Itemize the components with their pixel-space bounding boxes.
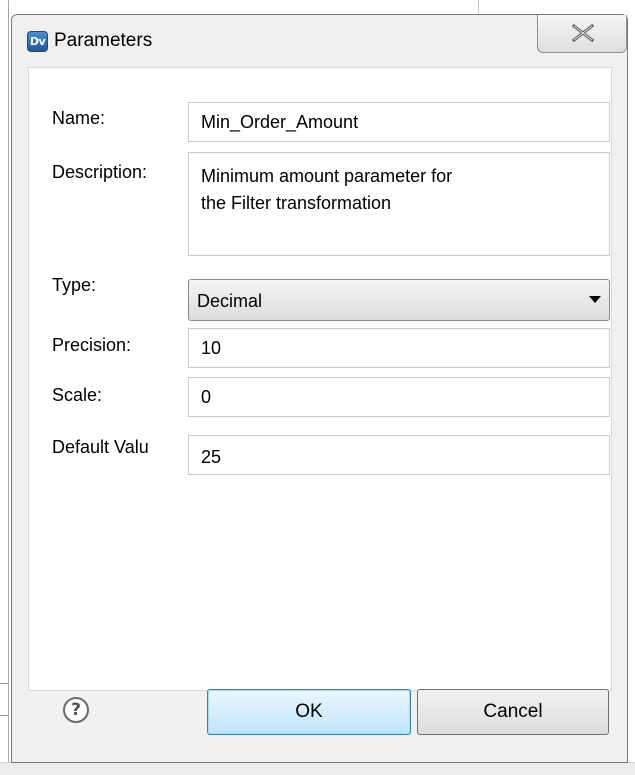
title-bar[interactable]: Dv Parameters <box>12 15 627 67</box>
scale-field[interactable]: 0 <box>188 377 610 417</box>
description-label: Description: <box>52 162 148 182</box>
dialog-title: Parameters <box>54 30 153 51</box>
type-label: Type: <box>52 275 97 295</box>
close-x-icon <box>571 24 595 42</box>
close-button[interactable] <box>537 15 627 53</box>
help-icon[interactable]: ? <box>63 697 89 723</box>
precision-field[interactable]: 10 <box>188 328 610 368</box>
background-divider <box>0 715 8 716</box>
precision-label: Precision: <box>52 335 132 355</box>
type-select-value: Decimal <box>197 291 263 311</box>
background-divider <box>0 683 8 684</box>
default-value-field[interactable]: 25 <box>188 435 610 475</box>
form-panel: Name: Min_Order_Amount Description: Mini… <box>28 67 612 691</box>
background-window-edge <box>8 0 9 775</box>
cancel-button[interactable]: Cancel <box>417 689 609 735</box>
background-divider <box>478 0 479 14</box>
type-select[interactable]: Decimal <box>188 279 610 321</box>
background-window-bottom <box>0 762 635 775</box>
name-field[interactable]: Min_Order_Amount <box>188 102 610 142</box>
parameters-dialog: Dv Parameters Name: Min_Order_Amount Des… <box>11 14 628 763</box>
app-icon: Dv <box>27 31 48 52</box>
description-field[interactable]: Minimum amount parameter for the Filter … <box>188 152 610 256</box>
name-label: Name: <box>52 108 106 128</box>
ok-button[interactable]: OK <box>207 689 411 735</box>
scale-label: Scale: <box>52 385 103 405</box>
chevron-down-icon[interactable] <box>589 296 601 303</box>
default-value-label: Default Valu <box>52 437 149 457</box>
